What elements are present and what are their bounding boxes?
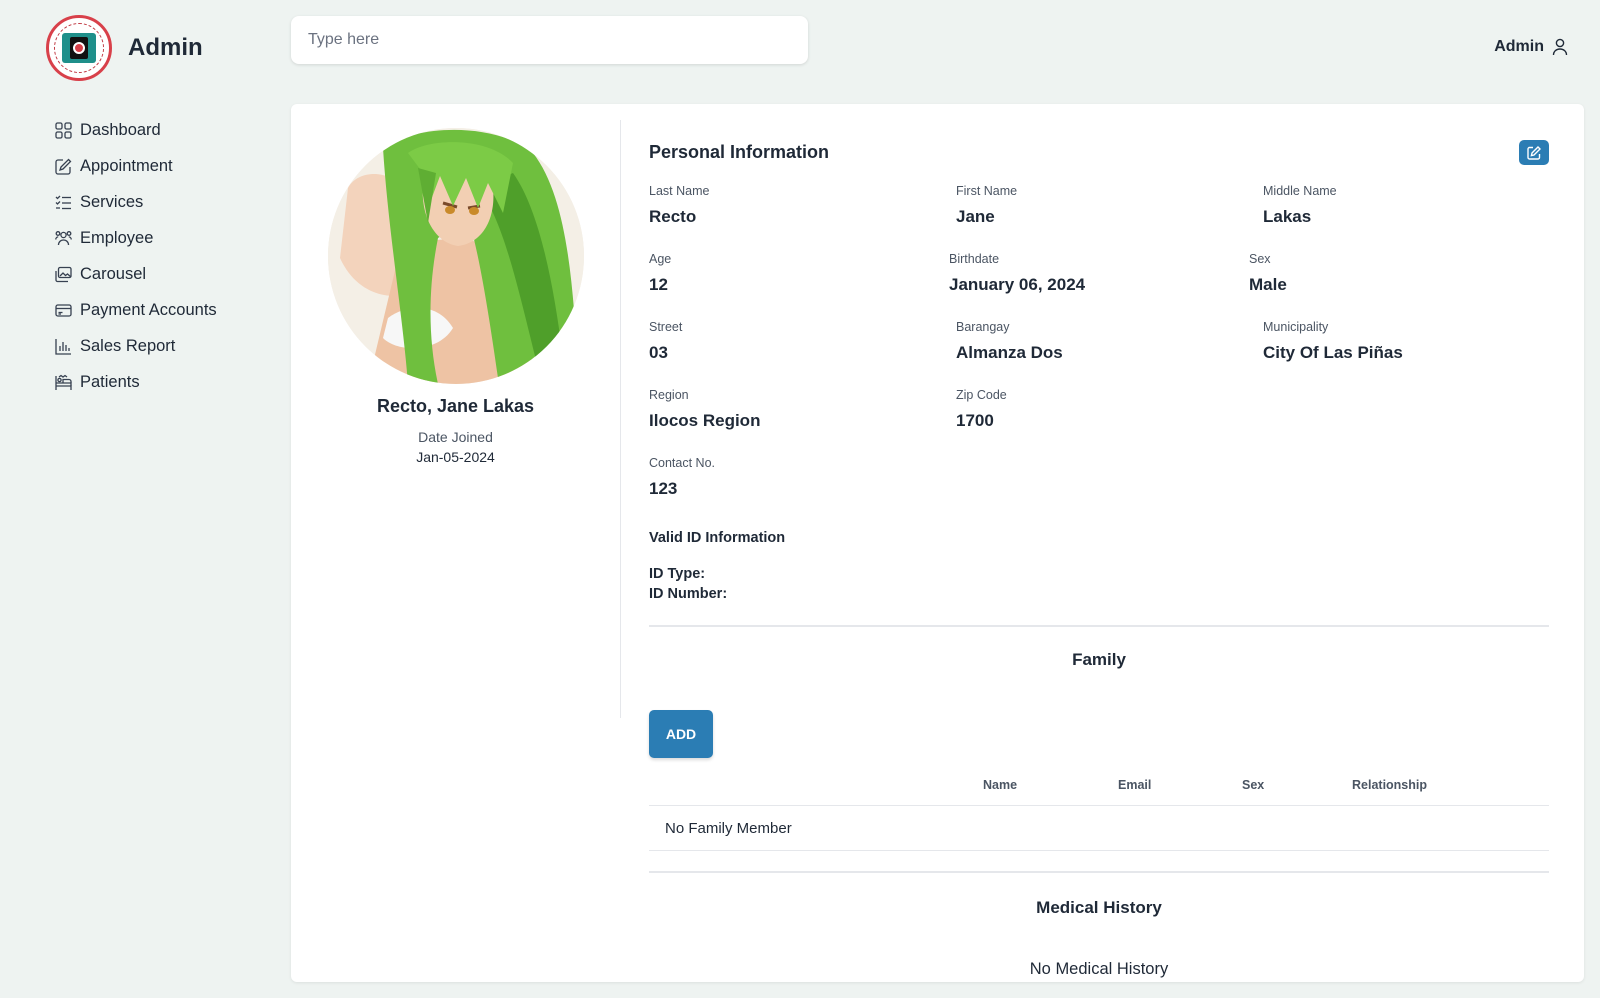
sidebar-item-employee[interactable]: Employee bbox=[55, 220, 217, 256]
field-label: Sex bbox=[1249, 252, 1271, 266]
user-menu[interactable]: Admin bbox=[1494, 38, 1568, 56]
section-divider bbox=[649, 871, 1549, 873]
field-value: Ilocos Region bbox=[649, 411, 761, 430]
sidebar-item-dashboard[interactable]: Dashboard bbox=[55, 112, 217, 148]
column-header-name[interactable]: Name bbox=[983, 778, 1017, 792]
field-value: 1700 bbox=[956, 411, 994, 430]
field-value: Lakas bbox=[1263, 207, 1312, 226]
sidebar-item-label: Dashboard bbox=[80, 120, 161, 139]
region-field: Region Ilocos Region bbox=[649, 388, 760, 431]
middle-name-field: Middle Name Lakas bbox=[1263, 184, 1337, 227]
street-field: Street 03 bbox=[649, 320, 682, 363]
contact-field: Contact No. 123 bbox=[649, 456, 715, 499]
profile-panel: Recto, Jane Lakas Date Joined Jan-05-202… bbox=[291, 104, 620, 465]
field-label: Contact No. bbox=[649, 456, 716, 470]
bar-chart-icon bbox=[55, 338, 71, 355]
user-icon bbox=[1552, 38, 1568, 56]
brand-title: Admin bbox=[128, 34, 203, 61]
section-divider bbox=[649, 625, 1549, 627]
edit-button[interactable] bbox=[1519, 140, 1549, 165]
field-label: Middle Name bbox=[1263, 184, 1337, 198]
id-type-label: ID Type: bbox=[649, 566, 706, 582]
sidebar-item-label: Payment Accounts bbox=[80, 300, 217, 319]
field-value: Almanza Dos bbox=[956, 343, 1063, 362]
users-icon bbox=[55, 230, 72, 245]
column-header-relationship[interactable]: Relationship bbox=[1352, 778, 1427, 792]
medical-history-empty: No Medical History bbox=[1029, 960, 1169, 978]
sidebar-item-label: Employee bbox=[80, 228, 154, 247]
table-row-border bbox=[649, 850, 1549, 851]
edit-icon bbox=[1527, 145, 1541, 160]
field-label: Birthdate bbox=[949, 252, 1000, 266]
table-header-border bbox=[649, 805, 1549, 806]
sidebar-item-label: Patients bbox=[80, 372, 140, 391]
field-label: Municipality bbox=[1263, 320, 1329, 334]
field-value: Recto bbox=[649, 207, 697, 226]
column-header-sex[interactable]: Sex bbox=[1242, 778, 1264, 792]
field-value: Jane bbox=[956, 207, 995, 226]
id-number-label: ID Number: bbox=[649, 586, 728, 602]
bed-icon bbox=[55, 374, 72, 390]
clinic-logo[interactable] bbox=[46, 15, 112, 81]
patient-full-name: Recto, Jane Lakas bbox=[376, 396, 535, 416]
zip-code-field: Zip Code 1700 bbox=[956, 388, 1007, 431]
edit-icon bbox=[55, 158, 72, 175]
card-icon bbox=[55, 303, 72, 317]
sex-field: Sex Male bbox=[1249, 252, 1287, 295]
valid-id-title: Valid ID Information bbox=[649, 530, 786, 546]
sidebar-item-label: Appointment bbox=[80, 156, 173, 175]
add-family-button[interactable]: ADD bbox=[649, 710, 713, 758]
field-label: Street bbox=[649, 320, 683, 334]
patient-details-card: Recto, Jane Lakas Date Joined Jan-05-202… bbox=[291, 104, 1584, 982]
field-label: Barangay bbox=[956, 320, 1010, 334]
column-divider bbox=[620, 120, 621, 718]
date-joined-label: Date Joined bbox=[418, 429, 493, 445]
sidebar-item-appointment[interactable]: Appointment bbox=[55, 148, 217, 184]
field-label: First Name bbox=[956, 184, 1018, 198]
sidebar: Dashboard Appointment Services Employee … bbox=[55, 112, 217, 400]
sidebar-item-patients[interactable]: Patients bbox=[55, 364, 217, 400]
sidebar-item-carousel[interactable]: Carousel bbox=[55, 256, 217, 292]
birthdate-field: Birthdate January 06, 2024 bbox=[949, 252, 1085, 295]
avatar bbox=[327, 128, 584, 384]
sidebar-item-label: Sales Report bbox=[80, 336, 176, 355]
info-panel: Personal Information Last Name Recto Fir… bbox=[649, 104, 1549, 978]
field-value: City Of Las Piñas bbox=[1263, 343, 1403, 362]
column-header-email[interactable]: Email bbox=[1118, 778, 1151, 792]
field-value: 123 bbox=[649, 479, 678, 498]
last-name-field: Last Name Recto bbox=[649, 184, 709, 227]
field-label: Region bbox=[649, 388, 689, 402]
sidebar-item-payment-accounts[interactable]: Payment Accounts bbox=[55, 292, 217, 328]
barangay-field: Barangay Almanza Dos bbox=[956, 320, 1063, 363]
avatar-illustration bbox=[327, 128, 584, 384]
sidebar-item-sales-report[interactable]: Sales Report bbox=[55, 328, 217, 364]
sidebar-item-services[interactable]: Services bbox=[55, 184, 217, 220]
user-name: Admin bbox=[1494, 38, 1544, 55]
date-joined-value: Jan-05-2024 bbox=[416, 449, 495, 465]
search-input[interactable] bbox=[308, 31, 791, 49]
age-field: Age 12 bbox=[649, 252, 671, 295]
field-label: Zip Code bbox=[956, 388, 1007, 402]
brand: Admin bbox=[46, 15, 203, 81]
field-value: 03 bbox=[649, 343, 668, 362]
field-label: Age bbox=[649, 252, 672, 266]
checklist-icon bbox=[55, 195, 71, 209]
personal-info-title: Personal Information bbox=[649, 142, 830, 162]
field-value: 12 bbox=[649, 275, 668, 294]
medical-history-title: Medical History bbox=[1036, 898, 1162, 917]
personal-info-header: Personal Information bbox=[649, 140, 1549, 165]
family-empty-row: No Family Member bbox=[665, 820, 792, 837]
sidebar-item-label: Services bbox=[80, 192, 144, 211]
field-value: Male bbox=[1249, 275, 1287, 294]
grid-icon bbox=[55, 121, 72, 139]
images-icon bbox=[55, 266, 72, 282]
field-value: January 06, 2024 bbox=[949, 275, 1086, 294]
search-bar bbox=[291, 16, 808, 64]
family-title: Family bbox=[1072, 650, 1126, 669]
field-label: Last Name bbox=[649, 184, 710, 198]
sidebar-item-label: Carousel bbox=[80, 264, 147, 283]
municipality-field: Municipality City Of Las Piñas bbox=[1263, 320, 1403, 363]
first-name-field: First Name Jane bbox=[956, 184, 1017, 227]
